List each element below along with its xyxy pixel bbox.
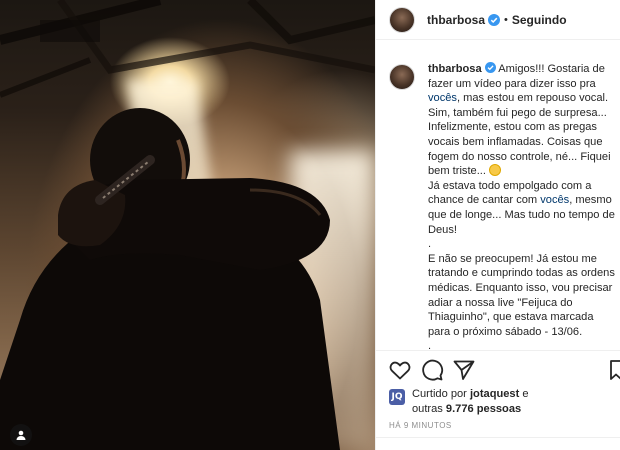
tagged-user-icon[interactable] [10,424,32,446]
liked-by: JQ Curtido por jotaquest e outras 9.776 … [389,387,529,416]
comment-icon[interactable] [420,358,444,382]
verified-badge-icon [488,13,501,26]
caption: thbarbosa Amigos!!! Gostaria de fazer um… [376,62,620,350]
caption-line: E não se preocupem! Já estou me tratando… [428,252,615,338]
liked-by-others: outras [412,402,446,415]
person-icon [16,430,26,440]
caption-highlight: vocês [540,194,570,207]
caption-line: . [428,238,432,251]
liker-username[interactable]: jotaquest [470,388,519,400]
singer-silhouette [0,108,340,450]
liked-by-conjunction: e [519,388,529,400]
liked-by-text: Curtido por jotaquest e outras 9.776 pes… [412,387,529,416]
caption-highlight: vocês [428,92,457,105]
username[interactable]: thbarbosa [427,13,485,27]
sad-face-icon [489,164,502,177]
liked-by-prefix: Curtido por [412,388,470,400]
caption-username[interactable]: thbarbosa [428,63,482,75]
separator-dot: • [504,13,508,26]
post-sidebar: thbarbosa • Seguindo thbarbosa Amigos!!!… [375,0,620,450]
caption-avatar[interactable] [389,64,415,90]
heart-icon[interactable] [388,358,412,382]
likes-count[interactable]: 9.776 pessoas [446,403,521,415]
caption-line: . [428,340,432,350]
bookmark-icon[interactable] [609,358,620,382]
following-button[interactable]: Seguindo [512,13,567,27]
action-bar [388,358,620,384]
verified-badge-icon [484,62,496,73]
caption-line: , mas estou em repouso vocal. Sim, també… [428,92,611,178]
liker-avatar[interactable]: JQ [389,389,405,405]
divider [376,437,620,438]
liker-avatar-label: JQ [391,392,403,402]
share-icon[interactable] [452,358,476,382]
avatar[interactable] [389,6,415,33]
post-photo[interactable] [0,0,375,450]
post-timestamp[interactable]: HÁ 9 MINUTOS [389,421,452,430]
post-header: thbarbosa • Seguindo [376,0,620,40]
divider [376,350,620,351]
caption-text: thbarbosa Amigos!!! Gostaria de fazer um… [428,62,620,350]
